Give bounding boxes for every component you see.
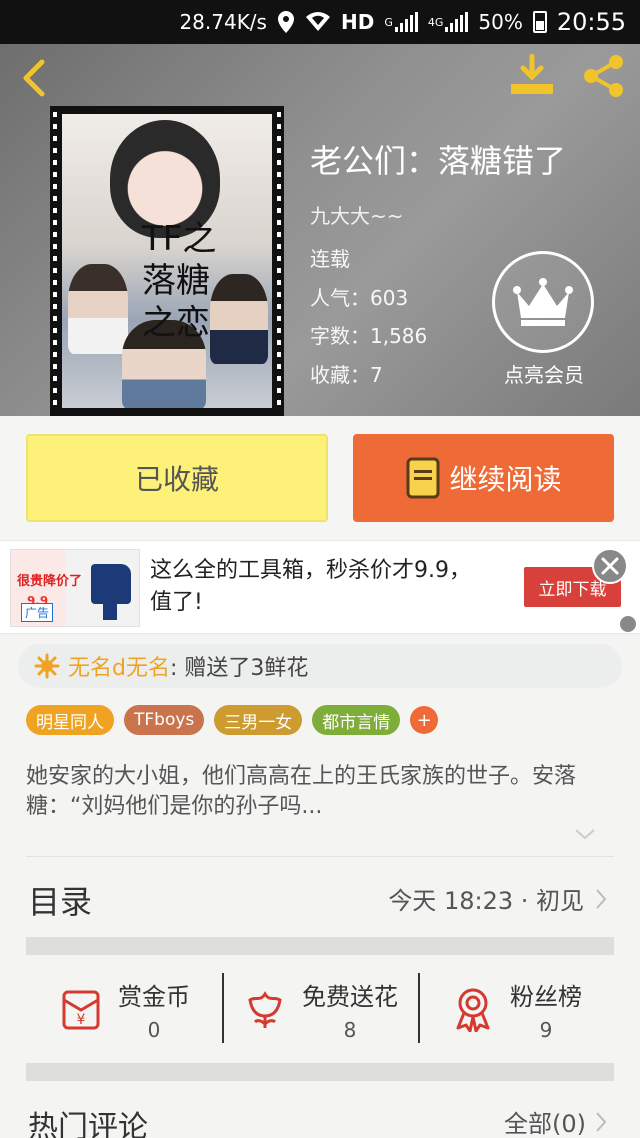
book-description[interactable]: 她安家的大小姐，他们高高在上的王氏家族的世子。安落糖：“刘妈他们是你的孙子吗..… — [26, 762, 618, 822]
book-header: TF之落糖之恋 老公们：落糖错了 九大大~~ 连载 人气：603 字数：1,58… — [0, 44, 640, 416]
ad-banner[interactable]: 很贵降价了 9.9 广告 这么全的工具箱，秒杀价才9.9，值了! 立即下载 — [0, 540, 640, 634]
continue-reading-label: 继续阅读 — [449, 463, 562, 496]
flower-icon — [248, 991, 282, 1028]
network-type-g: G — [384, 15, 393, 29]
back-button[interactable] — [16, 56, 56, 100]
tag-item[interactable]: 明星同人 — [26, 705, 114, 735]
chevron-down-icon — [575, 829, 595, 840]
gift-sender[interactable]: 无名d无名 — [68, 650, 170, 682]
tag-item[interactable]: 三男一女 — [214, 705, 303, 735]
ad-info-icon[interactable] — [620, 616, 636, 632]
add-tag-button[interactable]: + — [410, 706, 439, 734]
all-comments-label: 全部(0) — [504, 1110, 586, 1138]
latest-chapter-text: 今天 18:23 · 初见 — [388, 887, 584, 915]
signal-icon: G — [384, 12, 418, 32]
battery-percent: 50% — [478, 10, 523, 34]
book-cover[interactable]: TF之落糖之恋 — [50, 106, 284, 416]
share-button[interactable] — [580, 52, 628, 100]
latest-chapter: 今天 18:23 · 初见 — [388, 881, 608, 916]
signal-4g-icon: 4G — [428, 12, 469, 32]
stat-count: 9 — [539, 1017, 553, 1042]
stat-label: 赏金币 — [118, 982, 190, 1011]
vip-button[interactable]: 点亮会员 — [492, 251, 596, 388]
medal-icon — [456, 988, 490, 1032]
hot-comments-header: 热门评论 全部(0) — [0, 1082, 640, 1138]
book-word-count: 字数：1,586 — [310, 324, 428, 348]
ad-close-button[interactable] — [592, 548, 628, 584]
continue-reading-button[interactable]: 继续阅读 — [353, 434, 614, 522]
network-speed: 28.74K/s — [179, 10, 267, 34]
ad-tag: 广告 — [21, 603, 54, 622]
download-button[interactable] — [508, 52, 556, 100]
network-type-4g: 4G — [427, 15, 444, 29]
stat-count: 8 — [343, 1017, 357, 1042]
status-bar: 28.74K/s HD G 4G 50% 20:55 — [0, 0, 640, 44]
svg-text:¥: ¥ — [77, 1012, 86, 1028]
hd-label: HD — [340, 10, 375, 34]
red-envelope-icon: ¥ — [62, 990, 100, 1030]
expand-description-button[interactable] — [573, 826, 597, 845]
vip-label: 点亮会员 — [504, 363, 584, 387]
book-author[interactable]: 九大大~~ — [310, 200, 404, 229]
ad-thumbnail: 很贵降价了 9.9 广告 — [10, 549, 140, 627]
section-separator — [26, 937, 614, 955]
fan-ranking-button[interactable]: 粉丝榜 9 — [418, 955, 614, 1063]
catalog-row[interactable]: 目录 今天 18:23 · 初见 — [0, 857, 640, 937]
tag-list: 明星同人 TFboys 三男一女 都市言情 + — [26, 705, 439, 735]
cover-image: TF之落糖之恋 — [62, 114, 272, 408]
cover-title-text: TF之落糖之恋 — [142, 219, 217, 343]
book-popularity: 人气：603 — [310, 285, 409, 310]
gift-message: : 赠送了3鲜花 — [169, 656, 309, 681]
ad-text: 这么全的工具箱，秒杀价才9.9，值了! — [150, 558, 471, 615]
location-icon — [277, 10, 295, 34]
hot-comments-title: 热门评论 — [28, 1110, 148, 1138]
stat-label: 粉丝榜 — [510, 982, 582, 1011]
tag-item[interactable]: TFboys — [124, 705, 205, 735]
book-title: 老公们：落糖错了 — [310, 142, 567, 180]
chevron-right-icon — [596, 1111, 607, 1132]
tag-item[interactable]: 都市言情 — [312, 705, 401, 735]
clock: 20:55 — [556, 8, 626, 36]
close-icon — [601, 557, 619, 575]
stats-row: ¥ 赏金币 0 免费送花 8 粉丝榜 9 — [26, 955, 614, 1063]
reward-coins-button[interactable]: ¥ 赏金币 0 — [26, 955, 222, 1063]
share-icon — [584, 55, 623, 97]
crown-icon — [492, 251, 594, 353]
stat-count: 0 — [147, 1017, 161, 1042]
book-status: 连载 — [310, 247, 350, 271]
back-arrow-icon — [23, 59, 45, 97]
book-meta: 连载 人气：603 字数：1,586 收藏：7 — [310, 240, 427, 394]
book-favorites: 收藏：7 — [310, 362, 383, 387]
header-actions — [508, 52, 628, 100]
book-icon — [405, 456, 441, 500]
action-bar: 已收藏 继续阅读 — [0, 416, 640, 540]
download-icon — [511, 54, 553, 94]
favorited-button[interactable]: 已收藏 — [26, 434, 328, 522]
ad-thumb-text: 很贵降价了 — [17, 574, 83, 589]
chevron-right-icon — [596, 888, 607, 909]
wifi-icon — [305, 11, 331, 33]
stat-label: 免费送花 — [302, 982, 398, 1011]
gift-notice: 无名d无名 : 赠送了3鲜花 — [18, 644, 622, 688]
section-separator — [26, 1063, 614, 1081]
battery-icon — [532, 11, 547, 33]
catalog-title: 目录 — [28, 883, 93, 921]
flower-gift-icon — [34, 653, 60, 679]
all-comments-link[interactable]: 全部(0) — [504, 1104, 608, 1138]
send-flower-button[interactable]: 免费送花 8 — [222, 955, 418, 1063]
